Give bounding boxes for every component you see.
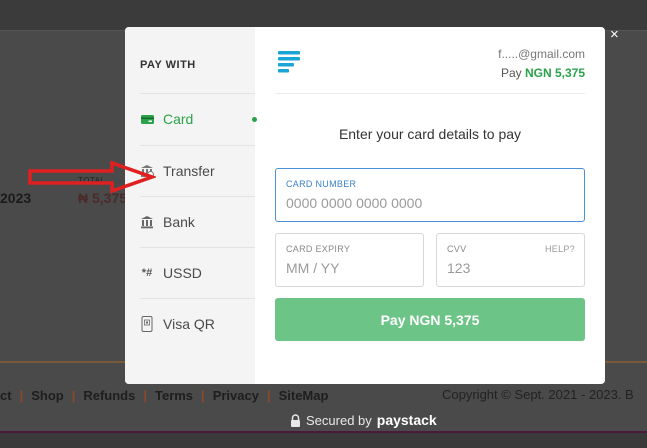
pay-amount: Pay NGN 5,375 xyxy=(501,66,585,80)
method-ussd-label: USSD xyxy=(163,265,202,281)
lock-icon xyxy=(291,413,300,427)
ussd-icon: *# xyxy=(141,267,153,279)
payment-methods-sidebar: PAY WITH Card Transfer Bank *# USSD Visa… xyxy=(125,27,257,384)
card-expiry-label: CARD EXPIRY xyxy=(286,244,351,254)
card-expiry-input[interactable] xyxy=(286,260,413,276)
pay-prefix: Pay xyxy=(500,66,522,80)
background-order-date: 2023 xyxy=(0,190,32,206)
footer-link-shop[interactable]: Shop xyxy=(23,388,72,403)
close-modal-button[interactable]: × xyxy=(610,27,619,42)
method-bank-label: Bank xyxy=(163,214,195,230)
qr-phone-icon xyxy=(140,316,154,332)
pay-button[interactable]: Pay NGN 5,375 xyxy=(275,298,585,341)
card-number-field[interactable]: CARD NUMBER xyxy=(275,168,585,222)
method-transfer[interactable]: Transfer xyxy=(140,145,255,196)
method-ussd[interactable]: *# USSD xyxy=(140,247,255,298)
amount-value: NGN 5,375 xyxy=(524,66,585,80)
cvv-field[interactable]: CVV HELP? xyxy=(436,233,585,287)
header-divider xyxy=(275,93,585,94)
card-payment-panel: f.....@gmail.com Pay NGN 5,375 Enter you… xyxy=(255,27,605,384)
secured-by-text: Secured by xyxy=(306,412,372,428)
cvv-label: CVV xyxy=(447,244,467,254)
bank-icon xyxy=(140,215,154,229)
card-number-input[interactable] xyxy=(286,195,574,211)
footer-link-terms[interactable]: Terms xyxy=(147,388,201,403)
card-expiry-field[interactable]: CARD EXPIRY xyxy=(275,233,424,287)
method-visa-qr-label: Visa QR xyxy=(163,316,215,332)
footer-link-contact[interactable]: ct xyxy=(0,388,20,403)
paystack-logo-icon xyxy=(278,51,300,73)
customer-email: f.....@gmail.com xyxy=(498,47,585,61)
form-instruction: Enter your card details to pay xyxy=(338,126,522,142)
card-icon xyxy=(140,114,154,124)
method-visa-qr[interactable]: Visa QR xyxy=(140,298,255,349)
method-card-label: Card xyxy=(163,111,194,127)
red-annotation-arrow-icon xyxy=(28,160,156,194)
secured-by-paystack: Secured by paystack xyxy=(290,412,437,428)
payment-modal: PAY WITH Card Transfer Bank *# USSD Visa… xyxy=(125,27,605,384)
footer-link-sitemap[interactable]: SiteMap xyxy=(271,388,337,403)
background-copyright: Copyright © Sept. 2021 - 2023. B xyxy=(442,387,634,402)
card-number-label: CARD NUMBER xyxy=(286,179,357,189)
footer-link-privacy[interactable]: Privacy xyxy=(205,388,267,403)
pay-with-title: PAY WITH xyxy=(140,59,196,71)
method-bank[interactable]: Bank xyxy=(140,196,255,247)
footer-link-refunds[interactable]: Refunds xyxy=(75,388,143,403)
background-bottom-bar xyxy=(0,433,647,448)
paystack-brand: paystack xyxy=(376,412,437,428)
cvv-input[interactable] xyxy=(447,260,574,276)
method-card[interactable]: Card xyxy=(140,93,257,144)
method-transfer-label: Transfer xyxy=(163,163,215,179)
background-topbar xyxy=(0,0,647,30)
cvv-help-link[interactable]: HELP? xyxy=(545,244,575,254)
